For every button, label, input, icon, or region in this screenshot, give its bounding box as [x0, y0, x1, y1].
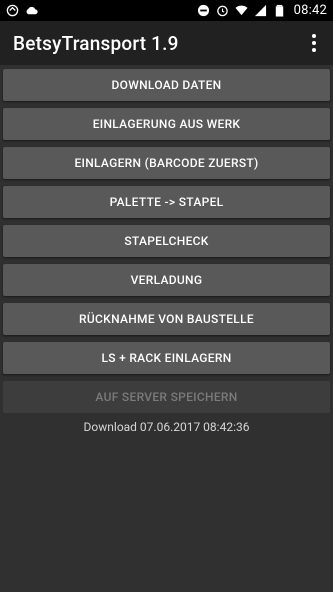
app-bar: BetsyTransport 1.9 [0, 21, 333, 65]
einlagerung-aus-werk-button[interactable]: EINLAGERUNG AUS WERK [3, 108, 330, 140]
ruecknahme-baustelle-button[interactable]: RÜCKNAHME VON BAUSTELLE [3, 303, 330, 335]
signal-icon [254, 4, 266, 17]
download-daten-button[interactable]: DOWNLOAD DATEN [3, 69, 330, 101]
app-title: BetsyTransport 1.9 [13, 31, 179, 55]
battery-icon [275, 4, 283, 17]
alarm-icon [216, 5, 228, 17]
status-right-icons: 08:42 [197, 3, 327, 18]
status-bar: 08:42 [0, 0, 333, 21]
dnd-icon [197, 4, 209, 17]
stapelcheck-button[interactable]: STAPELCHECK [3, 225, 330, 257]
sync-icon [6, 4, 19, 17]
download-status-text: Download 07.06.2017 08:42:36 [83, 420, 250, 434]
cloud-icon [26, 6, 38, 15]
clock-time: 08:42 [293, 3, 327, 18]
einlagern-barcode-button[interactable]: EINLAGERN (BARCODE ZUERST) [3, 147, 330, 179]
auf-server-speichern-button: AUF SERVER SPEICHERN [3, 381, 330, 413]
more-vert-icon[interactable] [305, 31, 323, 55]
ls-rack-einlagern-button[interactable]: LS + RACK EINLAGERN [3, 342, 330, 374]
verladung-button[interactable]: VERLADUNG [3, 264, 330, 296]
wifi-icon [235, 5, 248, 16]
palette-stapel-button[interactable]: PALETTE -> STAPEL [3, 186, 330, 218]
status-left-icons [6, 4, 38, 17]
